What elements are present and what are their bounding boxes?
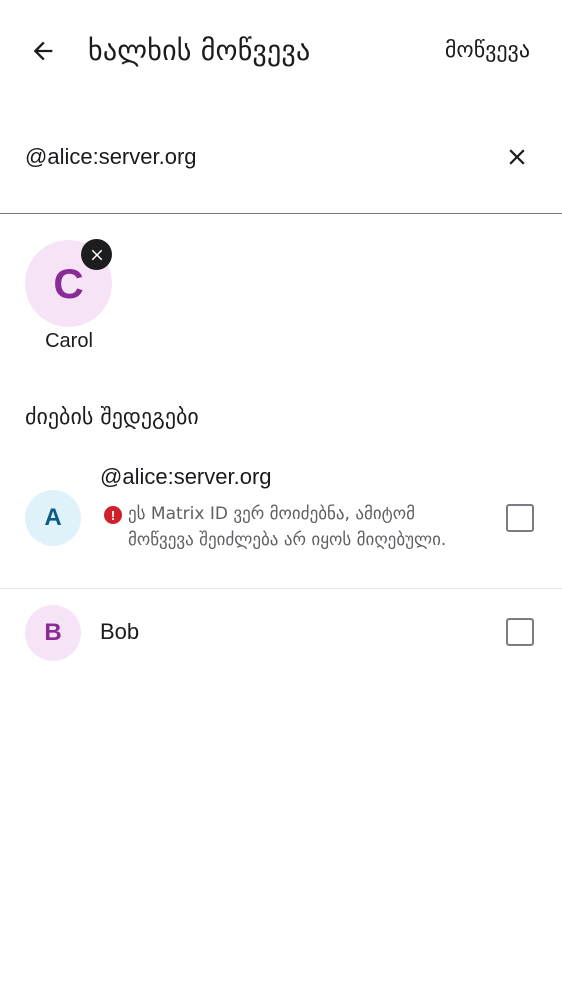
avatar: B: [25, 605, 81, 661]
back-button[interactable]: [22, 30, 64, 72]
search-results-header: ძიების შედეგები: [25, 405, 199, 430]
invite-button[interactable]: მოწვევა: [445, 33, 530, 69]
close-icon: [509, 149, 525, 165]
select-checkbox[interactable]: [506, 618, 534, 646]
select-checkbox[interactable]: [506, 504, 534, 532]
search-input[interactable]: [25, 140, 465, 174]
clear-search-button[interactable]: [500, 140, 534, 174]
remove-selected-user-button[interactable]: [81, 239, 112, 270]
selected-user-name: Carol: [45, 330, 93, 352]
close-icon: [91, 249, 102, 260]
page-title: ხალხის მოწვევა: [88, 34, 311, 67]
user-id: @alice:server.org: [100, 464, 272, 489]
search-bar: [0, 116, 562, 214]
list-item[interactable]: A @alice:server.org ! ეს Matrix ID ვერ მ…: [0, 456, 562, 589]
list-item[interactable]: B Bob: [0, 589, 562, 677]
avatar: A: [25, 490, 81, 546]
user-name: Bob: [100, 619, 140, 644]
error-icon: !: [104, 506, 122, 524]
arrow-back-icon: [33, 41, 53, 61]
warning-text: ეს Matrix ID ვერ მოიძებნა, ამიტომ მოწვევ…: [128, 504, 447, 550]
top-app-bar: ხალხის მოწვევა მოწვევა: [0, 0, 562, 100]
selected-user-chip: C Carol: [25, 239, 113, 352]
